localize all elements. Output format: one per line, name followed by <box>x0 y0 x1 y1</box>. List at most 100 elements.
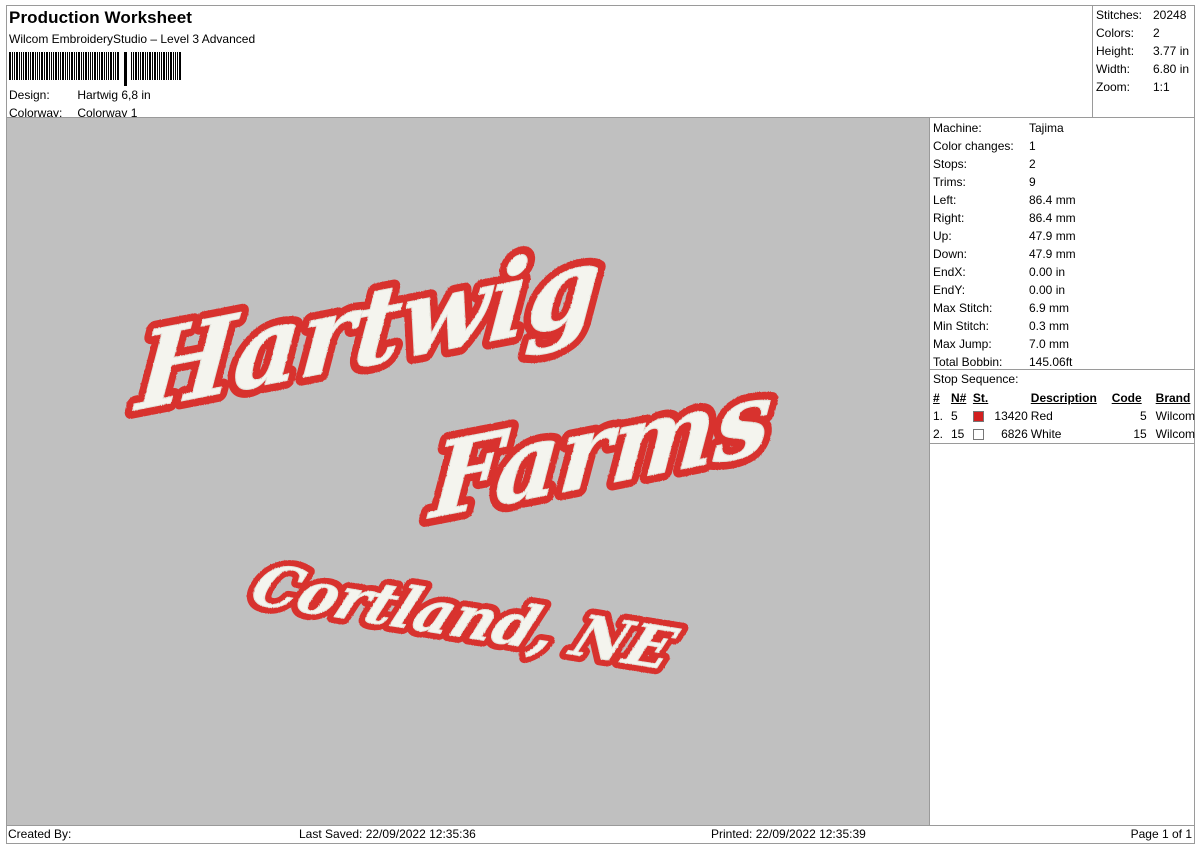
machine-info-label: Down: <box>933 247 968 261</box>
summary-row: Zoom: 1:1 <box>1096 79 1195 97</box>
col-stitches: St. <box>972 391 989 405</box>
barcode-bar <box>101 52 103 80</box>
stop-stitches: 6826 <box>1001 427 1028 441</box>
page-title: Production Worksheet <box>9 8 193 27</box>
machine-info-row: Up: 47.9 mm <box>933 228 1194 246</box>
stop-needle: 15 <box>950 427 965 441</box>
barcode-bar <box>149 52 151 80</box>
machine-info-label: Trims: <box>933 175 966 189</box>
machine-info-value: 6.9 mm <box>1029 301 1070 315</box>
barcode-bar <box>97 52 98 80</box>
stop-row: 2. 15 6826 White 15 Wilcom <box>933 425 1195 443</box>
barcode-bar <box>81 52 82 80</box>
barcode-bar <box>140 52 141 80</box>
barcode-bar <box>147 52 148 80</box>
summary-value: 2 <box>1153 26 1160 40</box>
stop-sequence-label: Stop Sequence: <box>933 372 1019 386</box>
barcode-bar <box>58 52 59 80</box>
machine-info-label: Max Jump: <box>933 337 992 351</box>
barcode-bar <box>157 52 158 80</box>
machine-info-value: 86.4 mm <box>1029 211 1076 225</box>
design-text-farms: Farms <box>424 356 776 544</box>
barcode-bar <box>170 52 172 80</box>
stop-code: 15 <box>1133 427 1147 441</box>
created-by: Created By: <box>8 827 72 841</box>
summary-label: Width: <box>1096 62 1131 76</box>
barcode-bar <box>53 52 54 80</box>
barcode-bar <box>166 52 167 80</box>
barcode-bar <box>108 52 109 80</box>
barcode-bar <box>83 52 84 80</box>
summary-value: 20248 <box>1153 8 1187 22</box>
stop-index: 2. <box>933 427 944 441</box>
barcode-bar <box>16 52 18 80</box>
machine-info-value: 0.00 in <box>1029 283 1066 297</box>
stop-brand: Wilcom <box>1155 427 1195 441</box>
barcode-bar <box>110 52 112 80</box>
col-index: # <box>933 391 940 405</box>
barcode-bar <box>60 52 61 80</box>
machine-info-row: Right: 86.4 mm <box>933 210 1194 228</box>
barcode-bar <box>94 52 96 80</box>
machine-info-value: 7.0 mm <box>1029 337 1070 351</box>
barcode-bar <box>39 52 40 80</box>
design-label: Design: <box>9 88 50 102</box>
machine-info-value: 47.9 mm <box>1029 229 1076 243</box>
barcode-bar <box>78 52 80 80</box>
machine-info-value: 1 <box>1029 139 1036 153</box>
barcode-bar <box>37 52 38 80</box>
barcode-bar <box>25 52 27 80</box>
barcode-bar <box>135 52 137 80</box>
embroidery-artwork: Hartwig Hartwig Farms Farms Cortland, NE… <box>122 212 784 689</box>
stop-code: 5 <box>1139 409 1147 423</box>
machine-info-row: Color changes: 1 <box>933 138 1194 156</box>
col-brand: Brand <box>1155 391 1191 405</box>
machine-info-value: 0.3 mm <box>1029 319 1070 333</box>
barcode-bar <box>9 52 11 80</box>
barcode-bar <box>88 52 89 80</box>
machine-info-row: Left: 86.4 mm <box>933 192 1194 210</box>
machine-info-label: Max Stitch: <box>933 301 993 315</box>
barcode-bar <box>163 52 165 80</box>
machine-info-value: 0.00 in <box>1029 265 1066 279</box>
barcode-bar <box>19 52 20 80</box>
barcode <box>9 52 182 86</box>
machine-info-label: Left: <box>933 193 957 207</box>
stop-sequence: Stop Sequence: # N# St. Description Code… <box>930 369 1195 443</box>
stop-index: 1. <box>933 409 944 423</box>
barcode-bar <box>14 52 15 80</box>
summary-label: Colors: <box>1096 26 1135 40</box>
machine-info-row: EndY: 0.00 in <box>933 282 1194 300</box>
barcode-bar <box>138 52 139 80</box>
barcode-bar <box>145 52 146 80</box>
barcode-bar <box>65 52 66 80</box>
design-text-cortland: Cortland, NE <box>241 552 686 683</box>
barcode-bar <box>46 52 48 80</box>
barcode-bar <box>35 52 36 80</box>
barcode-bar <box>90 52 91 80</box>
summary-row: Colors: 2 <box>1096 25 1195 43</box>
barcode-bar <box>51 52 52 80</box>
thread-color-swatch <box>972 411 984 422</box>
barcode-bar <box>113 52 114 80</box>
machine-info-value: 47.9 mm <box>1029 247 1076 261</box>
barcode-bar <box>85 52 87 80</box>
stop-stitches: 13420 <box>994 409 1028 423</box>
page-number: Page 1 of 1 <box>1130 827 1192 841</box>
barcode-bar <box>168 52 169 80</box>
machine-info-value: Tajima <box>1029 121 1064 135</box>
machine-info-label: Min Stitch: <box>933 319 990 333</box>
barcode-bar <box>179 52 181 80</box>
barcode-bar <box>142 52 144 80</box>
barcode-bar <box>161 52 162 80</box>
machine-info-row: Machine: Tajima <box>933 120 1194 138</box>
barcode-bar <box>30 52 31 80</box>
machine-info-value: 9 <box>1029 175 1036 189</box>
barcode-bar <box>32 52 34 80</box>
machine-info-label: Right: <box>933 211 965 225</box>
summary-label: Height: <box>1096 44 1135 58</box>
barcode-bar <box>44 52 45 80</box>
barcode-bar <box>12 52 13 80</box>
machine-info-label: Up: <box>933 229 952 243</box>
machine-info-label: Color changes: <box>933 139 1014 153</box>
